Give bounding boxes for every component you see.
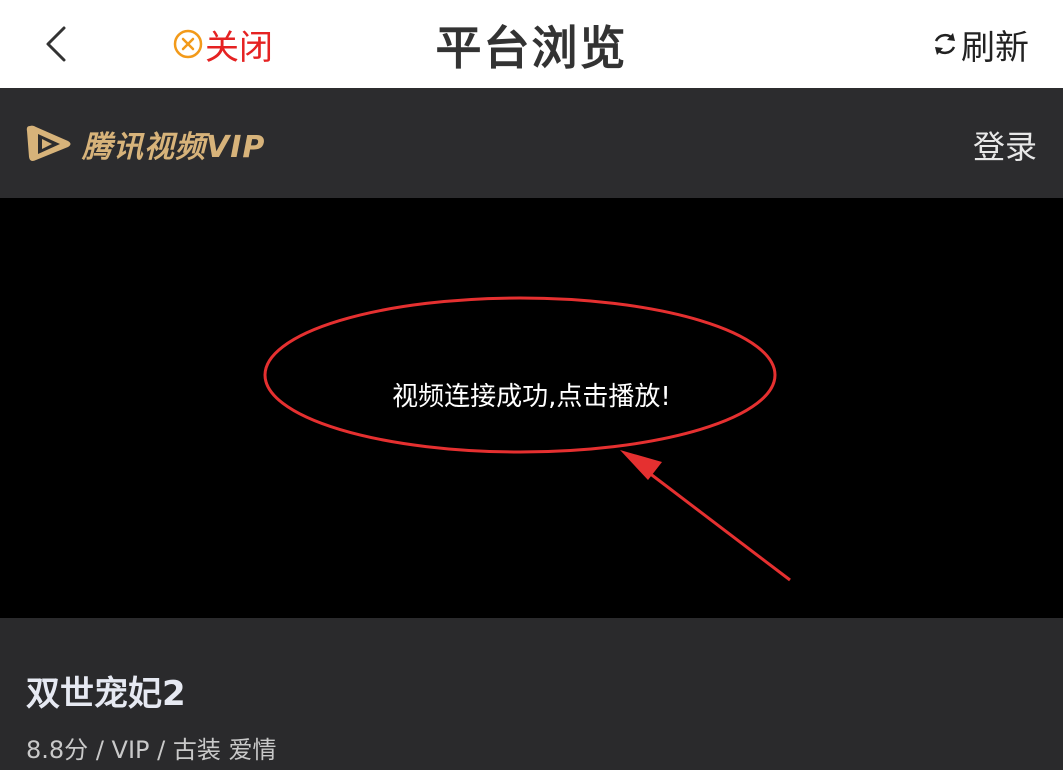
- show-genres: 古装 爱情: [172, 736, 277, 764]
- refresh-button[interactable]: 刷新: [931, 22, 1029, 68]
- show-badge: VIP: [111, 736, 150, 764]
- annotation-arrow-shaft: [639, 464, 791, 582]
- show-info: 双世宠妃2 8.8分 / VIP / 古装 爱情: [0, 618, 1063, 770]
- player-message: 视频连接成功,点击播放!: [392, 382, 671, 412]
- refresh-label: 刷新: [961, 27, 1029, 68]
- refresh-icon: [934, 33, 956, 55]
- show-score: 8.8分: [26, 736, 89, 764]
- back-button[interactable]: [36, 20, 80, 68]
- circle-x-icon: [173, 29, 203, 59]
- close-button[interactable]: 关闭: [173, 22, 273, 68]
- login-link[interactable]: 登录: [973, 122, 1037, 168]
- show-title: 双世宠妃2: [26, 674, 186, 714]
- logo-text: 腾讯视频VIP: [82, 130, 266, 165]
- play-logo-icon: [26, 125, 71, 161]
- page-title: 平台浏览: [435, 21, 628, 75]
- show-meta: 8.8分 / VIP / 古装 爱情: [26, 730, 277, 765]
- annotation-arrow-head: [620, 450, 662, 480]
- meta-separator: /: [95, 736, 112, 764]
- site-header: 腾讯视频VIP 登录: [0, 88, 1063, 198]
- site-logo[interactable]: 腾讯视频VIP: [24, 122, 265, 166]
- meta-separator: /: [157, 736, 173, 764]
- annotation-ellipse: [263, 296, 777, 454]
- top-bar: 关闭 平台浏览 刷新: [0, 0, 1063, 88]
- close-label: 关闭: [205, 27, 273, 68]
- chevron-left-icon: [46, 26, 66, 62]
- video-player[interactable]: 视频连接成功,点击播放!: [0, 198, 1063, 618]
